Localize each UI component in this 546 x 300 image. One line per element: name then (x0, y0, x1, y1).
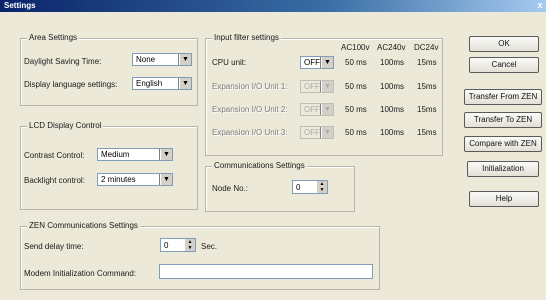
cpu-ac100v-time: 50 ms (345, 58, 367, 67)
send-delay-value: 0 (164, 241, 169, 250)
area-settings-group: Area Settings Daylight Saving Time: None… (20, 33, 198, 106)
chevron-down-icon[interactable]: ▼ (160, 149, 172, 160)
node-no-stepper[interactable]: 0 ▲ ▼ (292, 180, 328, 194)
ok-button[interactable]: OK (469, 36, 539, 52)
exp1-ac100v-time: 50 ms (345, 82, 367, 91)
expansion-unit-2-select: OFF ▼ (300, 103, 334, 116)
chevron-down-icon[interactable]: ▼ (179, 54, 191, 65)
expansion-unit-3-label: Expansion I/O Unit 3: (212, 128, 288, 137)
exp2-dc24v-time: 15ms (417, 105, 437, 114)
chevron-down-icon[interactable]: ▼ (321, 57, 333, 68)
chevron-down-icon[interactable]: ▼ (160, 174, 172, 185)
display-language-select[interactable]: English ▼ (132, 77, 192, 90)
expansion-unit-3-value: OFF (304, 128, 320, 137)
node-no-value: 0 (296, 183, 301, 192)
cpu-dc24v-time: 15ms (417, 58, 437, 67)
send-delay-label: Send delay time: (24, 242, 84, 251)
chevron-down-icon[interactable]: ▼ (179, 78, 191, 89)
expansion-unit-2-label: Expansion I/O Unit 2: (212, 105, 288, 114)
header-ac240v: AC240v (377, 43, 406, 52)
close-icon[interactable]: x (535, 0, 545, 11)
modem-init-label: Modem Initialization Command: (24, 269, 137, 278)
chevron-down-icon: ▼ (321, 127, 333, 138)
backlight-control-select[interactable]: 2 minutes ▼ (97, 173, 173, 186)
contrast-control-label: Contrast Control: (24, 151, 85, 160)
initialization-button[interactable]: Initialization (467, 161, 539, 177)
exp1-dc24v-time: 15ms (417, 82, 437, 91)
zen-communications-group: ZEN Communications Settings Send delay t… (20, 221, 380, 290)
daylight-saving-select[interactable]: None ▼ (132, 53, 192, 66)
input-filter-legend: Input filter settings (212, 33, 281, 42)
modem-init-input[interactable] (159, 264, 373, 279)
compare-with-zen-button[interactable]: Compare with ZEN (464, 136, 542, 152)
expansion-unit-2-value: OFF (304, 105, 320, 114)
exp3-ac100v-time: 50 ms (345, 128, 367, 137)
expansion-unit-1-select: OFF ▼ (300, 80, 334, 93)
send-delay-unit: Sec. (201, 242, 218, 251)
contrast-control-value: Medium (101, 150, 130, 159)
cpu-unit-select[interactable]: OFF ▼ (300, 56, 334, 69)
exp3-ac240v-time: 100ms (380, 128, 405, 137)
cpu-unit-label: CPU unit: (212, 58, 247, 67)
chevron-down-icon: ▼ (321, 81, 333, 92)
expansion-unit-1-value: OFF (304, 82, 320, 91)
transfer-to-zen-button[interactable]: Transfer To ZEN (464, 112, 542, 128)
contrast-control-select[interactable]: Medium ▼ (97, 148, 173, 161)
backlight-control-value: 2 minutes (101, 175, 136, 184)
send-delay-stepper[interactable]: 0 ▲ ▼ (160, 238, 196, 252)
help-button[interactable]: Help (469, 191, 539, 207)
area-settings-legend: Area Settings (27, 33, 80, 42)
expansion-unit-3-select: OFF ▼ (300, 126, 334, 139)
settings-window: Settings x Area Settings Daylight Saving… (0, 0, 546, 300)
window-title: Settings (4, 1, 36, 10)
display-language-value: English (136, 79, 163, 88)
node-no-label: Node No.: (212, 184, 249, 193)
exp3-dc24v-time: 15ms (417, 128, 437, 137)
display-language-label: Display language settings: (24, 80, 118, 89)
communications-group: Communications Settings Node No.: 0 ▲ ▼ (205, 161, 355, 212)
exp2-ac100v-time: 50 ms (345, 105, 367, 114)
daylight-saving-value: None (136, 55, 156, 64)
transfer-from-zen-button[interactable]: Transfer From ZEN (464, 89, 542, 105)
backlight-control-label: Backlight control: (24, 176, 85, 185)
lcd-display-group: LCD Display Control Contrast Control: Me… (20, 121, 198, 210)
lcd-display-legend: LCD Display Control (27, 121, 104, 130)
daylight-saving-label: Daylight Saving Time: (24, 57, 102, 66)
communications-legend: Communications Settings (212, 161, 307, 170)
header-dc24v: DC24v (414, 43, 439, 52)
expansion-unit-1-label: Expansion I/O Unit 1: (212, 82, 288, 91)
exp1-ac240v-time: 100ms (380, 82, 405, 91)
input-filter-group: Input filter settings AC100v AC240v DC24… (205, 33, 443, 156)
zen-communications-legend: ZEN Communications Settings (27, 221, 140, 230)
title-bar: Settings x (0, 0, 546, 12)
arrow-down-icon[interactable]: ▼ (185, 245, 195, 251)
arrow-down-icon[interactable]: ▼ (317, 187, 327, 193)
header-ac100v: AC100v (341, 43, 370, 52)
exp2-ac240v-time: 100ms (380, 105, 405, 114)
chevron-down-icon: ▼ (321, 104, 333, 115)
cpu-ac240v-time: 100ms (380, 58, 405, 67)
cpu-unit-value: OFF (304, 58, 320, 67)
cancel-button[interactable]: Cancel (469, 57, 539, 73)
